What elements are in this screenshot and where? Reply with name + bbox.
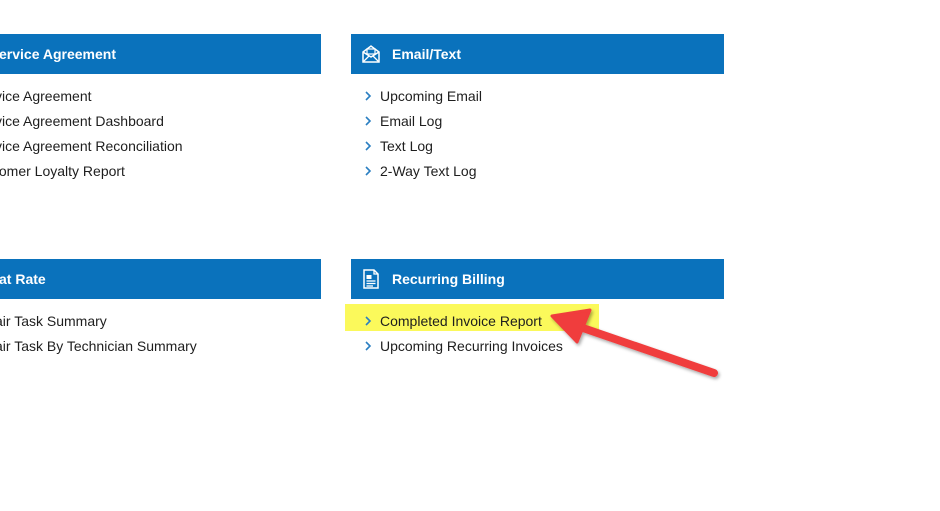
report-link-email-log[interactable]: Email Log bbox=[351, 108, 724, 133]
report-link-label: Email Log bbox=[380, 112, 443, 129]
report-link-service-agreement-reconciliation[interactable]: vice Agreement Reconciliation bbox=[0, 133, 321, 158]
chevron-right-icon bbox=[363, 115, 373, 126]
report-link-label: Text Log bbox=[380, 137, 433, 154]
panel-header-flat-rate: at Rate bbox=[0, 259, 321, 299]
panel-header-service-agreement: ervice Agreement bbox=[0, 34, 321, 74]
report-link-completed-invoice-report[interactable]: Completed Invoice Report bbox=[351, 308, 724, 333]
chevron-right-icon bbox=[363, 90, 373, 101]
report-link-label: air Task Summary bbox=[0, 312, 107, 329]
report-link-label: air Task By Technician Summary bbox=[0, 337, 197, 354]
panel-title: Email/Text bbox=[392, 46, 461, 62]
report-link-label: vice Agreement bbox=[0, 87, 92, 104]
invoice-document-icon bbox=[361, 268, 381, 290]
report-link-label: vice Agreement Dashboard bbox=[0, 112, 164, 129]
report-list: Upcoming Email Email Log Text Log 2-Way … bbox=[351, 74, 724, 183]
chevron-right-icon bbox=[363, 315, 373, 326]
report-link-label: Completed Invoice Report bbox=[380, 312, 542, 329]
report-link-service-agreement[interactable]: vice Agreement bbox=[0, 83, 321, 108]
report-link-service-agreement-dashboard[interactable]: vice Agreement Dashboard bbox=[0, 108, 321, 133]
report-list: vice Agreement vice Agreement Dashboard … bbox=[0, 74, 321, 183]
report-link-label: tomer Loyalty Report bbox=[0, 162, 125, 179]
chevron-right-icon bbox=[363, 140, 373, 151]
panel-header-recurring-billing: Recurring Billing bbox=[351, 259, 724, 299]
report-link-label: vice Agreement Reconciliation bbox=[0, 137, 183, 154]
envelope-icon bbox=[361, 43, 381, 65]
report-link-customer-loyalty-report[interactable]: tomer Loyalty Report bbox=[0, 158, 321, 183]
report-link-repair-task-summary[interactable]: air Task Summary bbox=[0, 308, 321, 333]
report-link-label: Upcoming Recurring Invoices bbox=[380, 337, 563, 354]
panel-email-text: Email/Text Upcoming Email Email Log Text… bbox=[351, 34, 724, 183]
report-link-repair-task-by-technician-summary[interactable]: air Task By Technician Summary bbox=[0, 333, 321, 358]
panel-service-agreement: ervice Agreement vice Agreement vice Agr… bbox=[0, 34, 321, 183]
chevron-right-icon bbox=[363, 340, 373, 351]
report-link-label: 2-Way Text Log bbox=[380, 162, 477, 179]
report-link-2-way-text-log[interactable]: 2-Way Text Log bbox=[351, 158, 724, 183]
panel-flat-rate: at Rate air Task Summary air Task By Tec… bbox=[0, 259, 321, 358]
panel-recurring-billing: Recurring Billing Completed Invoice Repo… bbox=[351, 259, 724, 358]
panel-title: at Rate bbox=[0, 271, 46, 287]
panel-title: Recurring Billing bbox=[392, 271, 505, 287]
chevron-right-icon bbox=[363, 165, 373, 176]
report-link-upcoming-recurring-invoices[interactable]: Upcoming Recurring Invoices bbox=[351, 333, 724, 358]
report-link-text-log[interactable]: Text Log bbox=[351, 133, 724, 158]
report-link-upcoming-email[interactable]: Upcoming Email bbox=[351, 83, 724, 108]
reports-page: ervice Agreement vice Agreement vice Agr… bbox=[0, 0, 940, 511]
report-list: air Task Summary air Task By Technician … bbox=[0, 299, 321, 358]
panel-header-email-text: Email/Text bbox=[351, 34, 724, 74]
report-link-label: Upcoming Email bbox=[380, 87, 482, 104]
panel-title: ervice Agreement bbox=[0, 46, 116, 62]
report-list: Completed Invoice Report Upcoming Recurr… bbox=[351, 299, 724, 358]
